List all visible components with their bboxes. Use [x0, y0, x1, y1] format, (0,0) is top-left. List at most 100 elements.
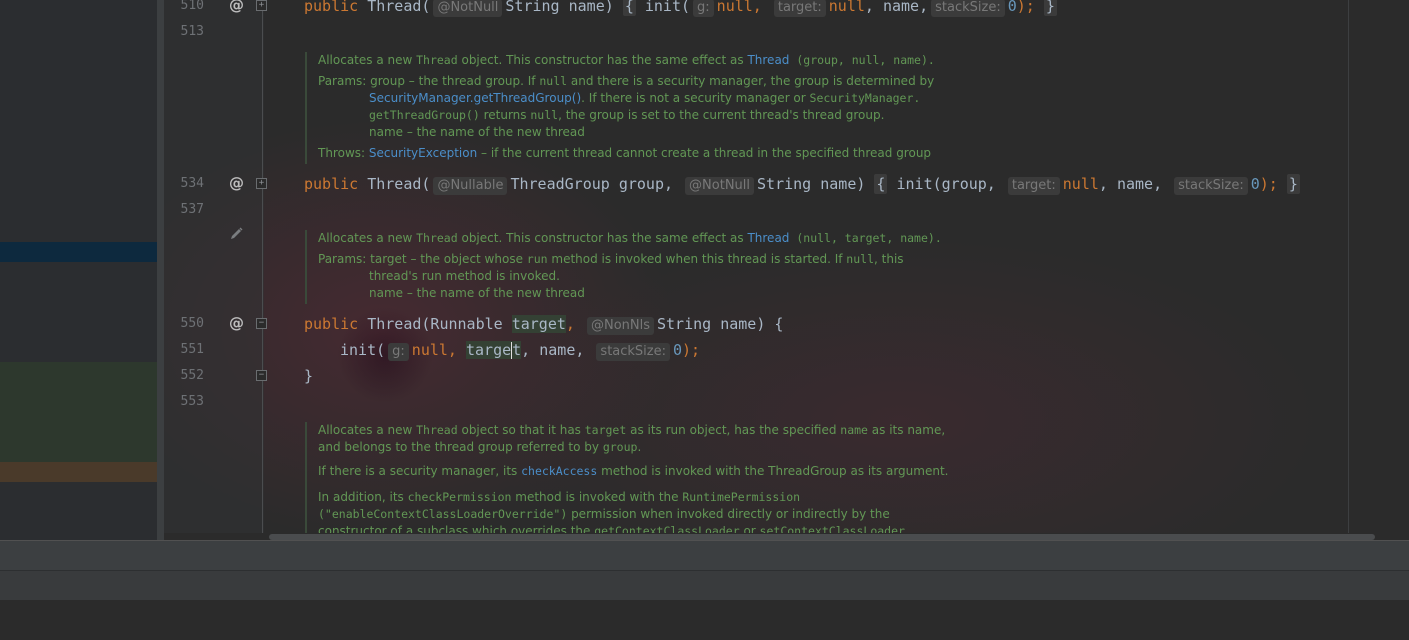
param-hint: stackSize: — [1174, 177, 1248, 195]
number-literal: 0 — [673, 341, 683, 359]
number-literal: 0 — [1007, 0, 1017, 15]
param-hint: target: — [1007, 177, 1060, 195]
annotation-hint: @Nullable — [433, 177, 508, 195]
line-number: 553 — [180, 394, 204, 409]
param-hint: target: — [773, 0, 826, 17]
override-marker-icon[interactable]: @ — [229, 173, 244, 193]
keyword: public — [304, 175, 359, 193]
comma: , — [752, 0, 762, 15]
call: init( — [340, 341, 386, 359]
fold-collapse-icon[interactable]: − — [256, 318, 267, 329]
panel-splitter[interactable] — [157, 0, 164, 540]
line-number: 552 — [180, 368, 204, 383]
paren: ( — [421, 175, 431, 193]
statement-end: ); — [682, 341, 701, 359]
doc-line: Throws: SecurityException – if the curre… — [318, 146, 932, 160]
call: init(group, — [896, 175, 996, 193]
arg: , name, — [521, 341, 585, 359]
comma: , — [565, 315, 575, 333]
javadoc-block[interactable]: Allocates a new Thread object. This cons… — [305, 230, 1348, 304]
doc-link[interactable]: Thread — [747, 53, 789, 67]
fold-collapse-icon[interactable]: − — [256, 370, 267, 381]
statement-end: ); — [1259, 175, 1278, 193]
keyword: public — [304, 0, 359, 15]
doc-line: name – the name of the new thread — [369, 286, 585, 300]
brace: { — [622, 0, 636, 16]
line-number: 550 — [180, 316, 204, 331]
doc-line: Allocates a new Thread object. This cons… — [318, 231, 942, 245]
bottom-area — [0, 600, 1409, 640]
fold-expand-icon[interactable]: + — [256, 0, 267, 11]
javadoc-block[interactable]: Allocates a new Thread object so that it… — [305, 422, 1348, 540]
javadoc-block[interactable]: Allocates a new Thread object. This cons… — [305, 52, 1348, 164]
doc-line: Allocates a new Thread object. This cons… — [318, 53, 935, 67]
param: String name) — [757, 175, 866, 193]
brace: } — [1286, 174, 1300, 194]
doc-line: Allocates a new Thread object so that it… — [318, 423, 946, 437]
param: String name) { — [657, 315, 784, 333]
null-literal: null — [411, 341, 448, 359]
number-literal: 0 — [1250, 175, 1260, 193]
brace: { — [874, 174, 888, 194]
doc-link[interactable]: Thread — [747, 231, 789, 245]
method-name: Thread — [367, 175, 422, 193]
param-hint: stackSize: — [931, 0, 1005, 17]
editor-gutter[interactable] — [164, 0, 264, 540]
param-type: (Runnable — [421, 315, 512, 333]
line-number: 510 — [180, 0, 204, 13]
arg: , name, — [1098, 175, 1163, 193]
param: ThreadGroup group, — [510, 175, 674, 193]
identifier-highlight: target — [465, 341, 522, 359]
annotation-hint: @NotNull — [685, 177, 755, 195]
override-marker-icon[interactable]: @ — [229, 313, 244, 333]
doc-line: name – the name of the new thread — [369, 125, 585, 139]
code-line-552[interactable]: } — [304, 366, 313, 386]
doc-line: In addition, its checkPermission method … — [318, 490, 801, 504]
doc-line: getThreadGroup() returns null, the group… — [369, 108, 885, 122]
param-hint: g: — [693, 0, 714, 17]
status-bar[interactable] — [0, 570, 1409, 600]
right-margin-guide — [1348, 0, 1349, 540]
pencil-icon[interactable] — [229, 226, 244, 241]
doc-line: SecurityManager.getThreadGroup(). If the… — [369, 91, 921, 105]
param-hint: stackSize: — [596, 343, 670, 361]
method-name: Thread — [367, 315, 422, 333]
project-panel-highlight-rows — [0, 362, 164, 462]
doc-line: Params: target – the object whose run me… — [318, 252, 904, 266]
paren: ( — [421, 0, 431, 15]
line-number: 551 — [180, 342, 204, 357]
comma: , — [447, 341, 457, 359]
doc-link[interactable]: SecurityManager.getThreadGroup() — [369, 91, 581, 105]
line-number: 513 — [180, 24, 204, 39]
code-line-534[interactable]: public Thread(@Nullable ThreadGroup group… — [304, 174, 1300, 195]
project-panel-modified-row — [0, 462, 164, 482]
param-hint: g: — [388, 343, 409, 361]
param: String name — [505, 0, 605, 15]
line-number: 537 — [180, 202, 204, 217]
null-literal: null — [716, 0, 753, 15]
code-line-510[interactable]: public Thread(@NotNull String name) { ini… — [304, 0, 1057, 17]
project-panel-selected-row[interactable] — [0, 242, 164, 262]
code-line-550[interactable]: public Thread(Runnable target, @NonNls St… — [304, 314, 784, 335]
code-line-551[interactable]: init(g: null, target, name, stackSize: 0); — [340, 340, 701, 361]
fold-expand-icon[interactable]: + — [256, 178, 267, 189]
statement-end: ); — [1016, 0, 1035, 15]
brace: } — [1043, 0, 1057, 16]
doc-line: Params: group – the thread group. If nul… — [318, 74, 935, 88]
arg: , name, — [864, 0, 929, 15]
fold-guide-line — [262, 0, 263, 540]
paren: ) — [604, 0, 614, 15]
call: init( — [644, 0, 691, 15]
method-name: Thread — [367, 0, 422, 15]
doc-line: ("enableContextClassLoaderOverride") per… — [318, 507, 890, 521]
override-marker-icon[interactable]: @ — [229, 0, 244, 15]
tool-window-bar[interactable] — [0, 540, 1409, 570]
doc-link[interactable]: checkAccess — [521, 464, 597, 478]
doc-line: thread's run method is invoked. — [369, 269, 560, 283]
identifier-highlight: target — [511, 315, 566, 333]
doc-line: If there is a security manager, its chec… — [318, 464, 949, 478]
doc-line: and belongs to the thread group referred… — [318, 440, 642, 454]
doc-link[interactable]: SecurityException — [369, 146, 477, 160]
annotation-hint: @NonNls — [586, 317, 654, 335]
line-number: 534 — [180, 176, 204, 191]
